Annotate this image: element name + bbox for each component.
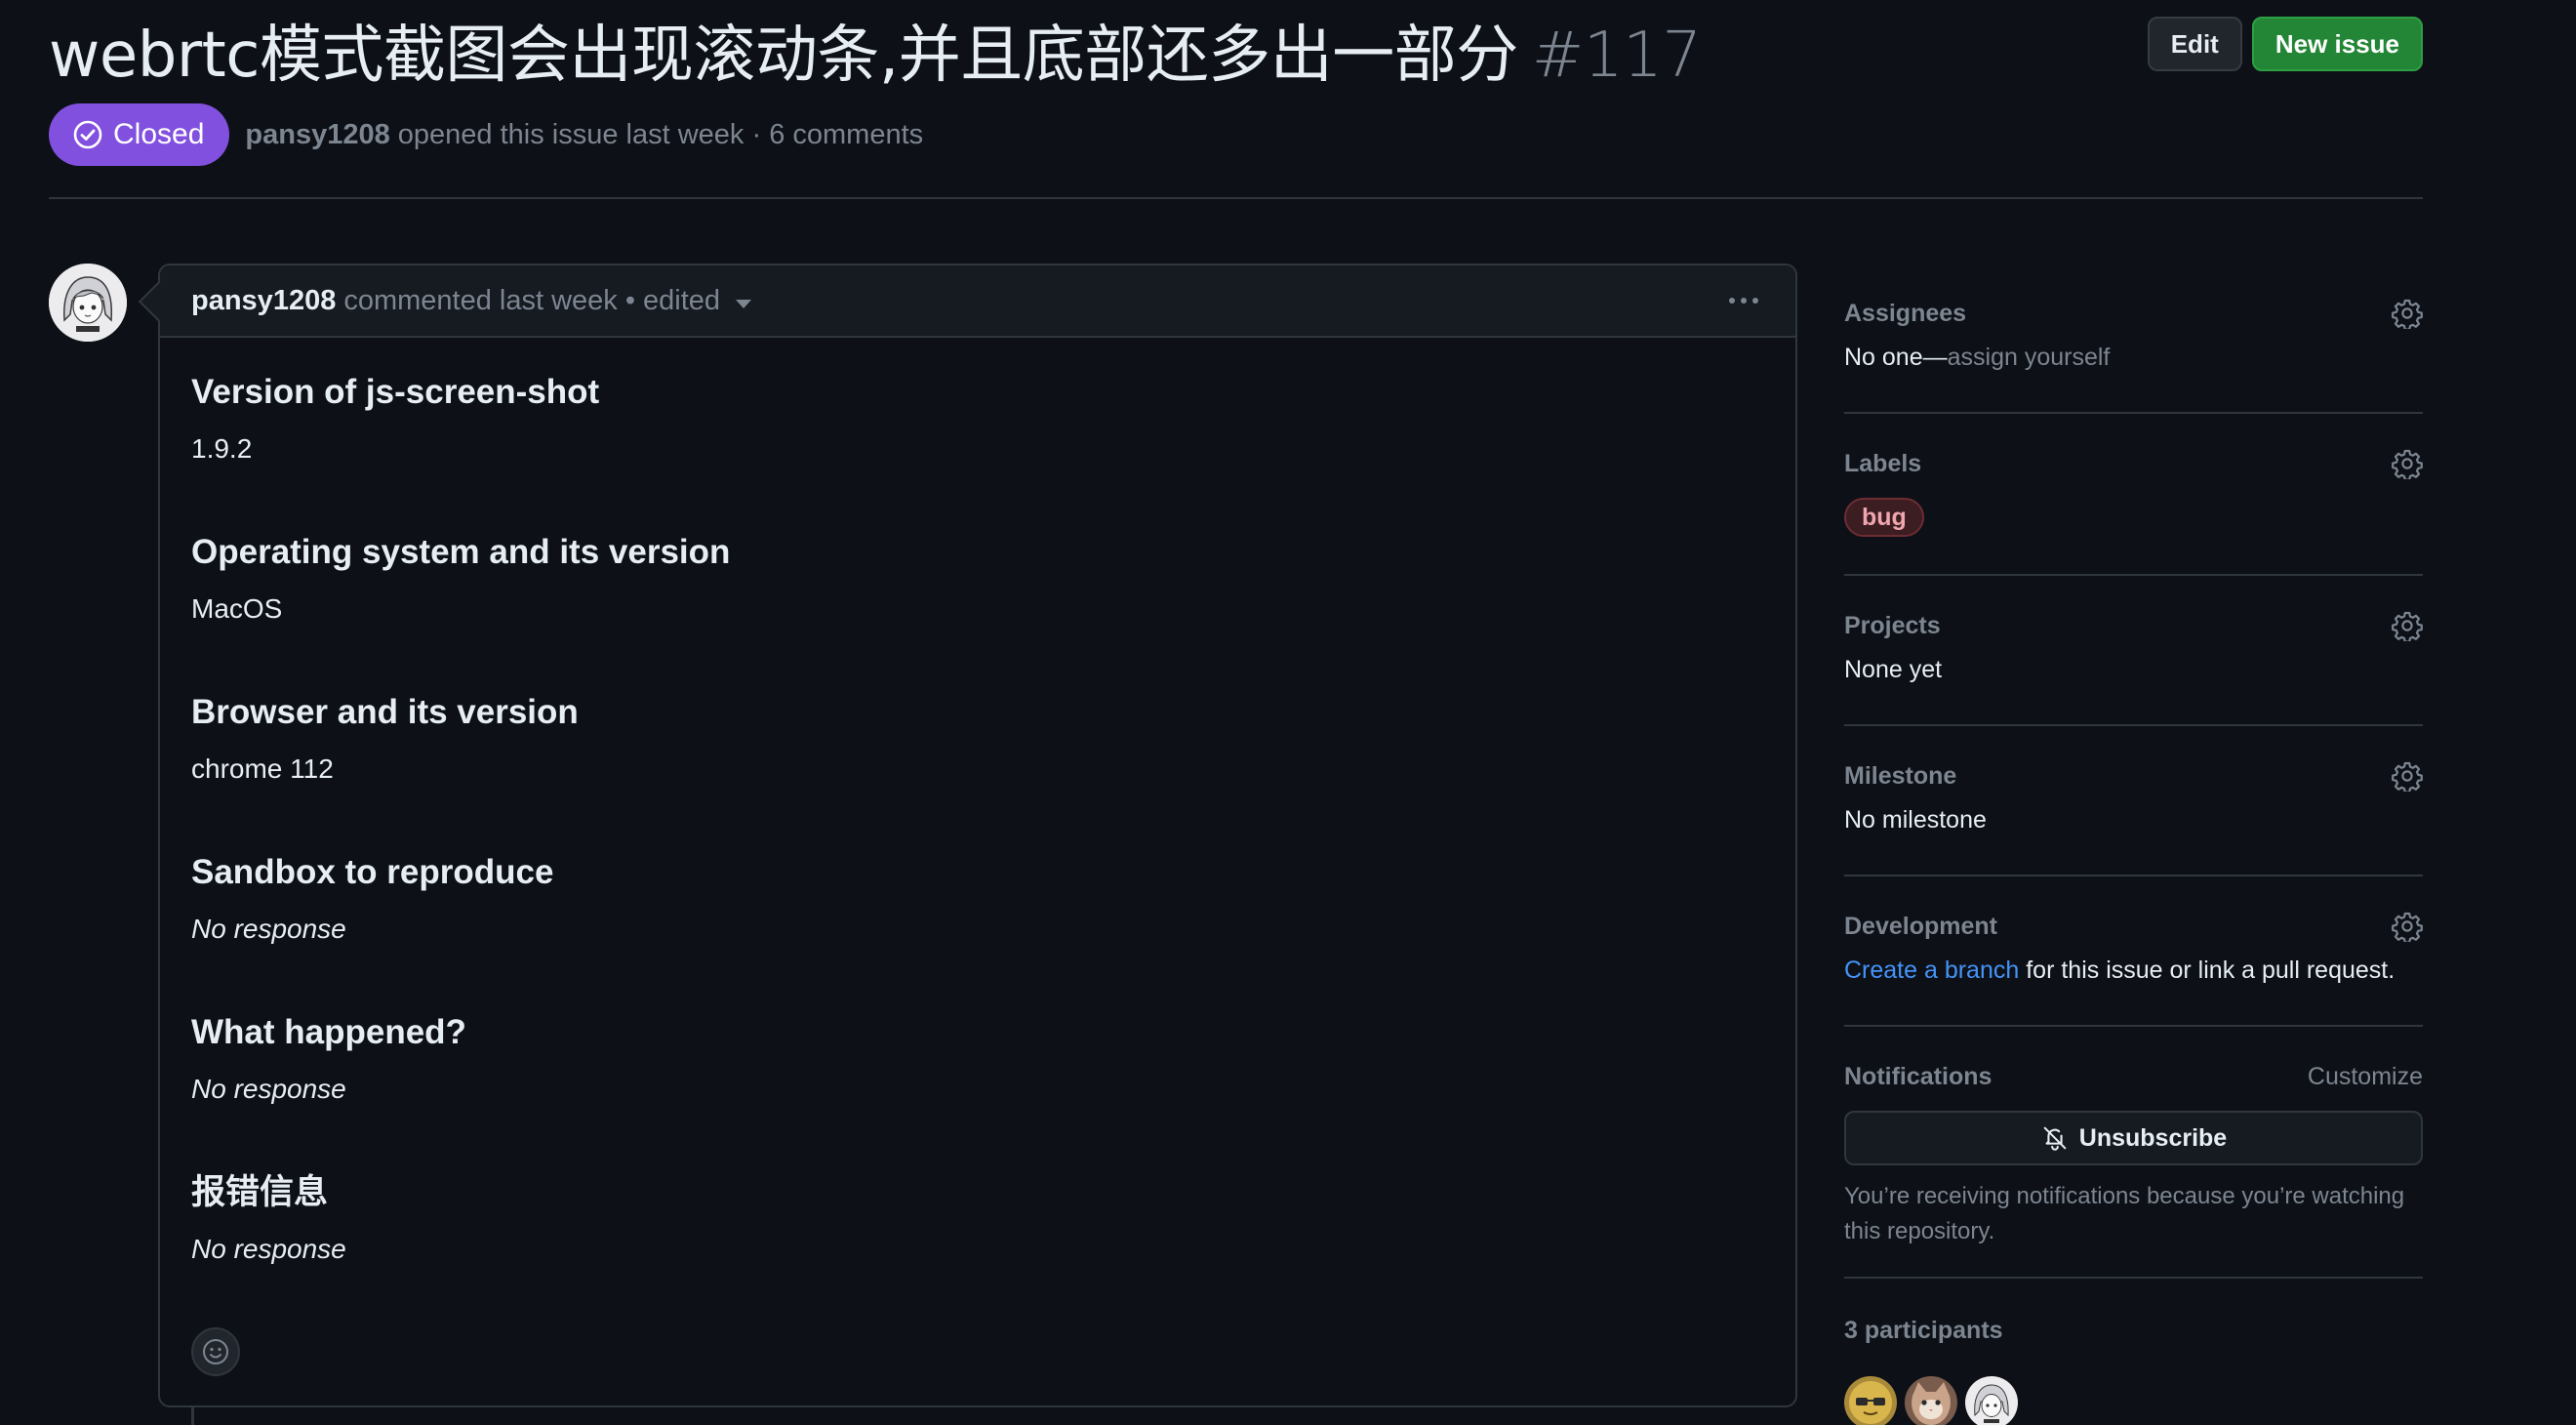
label-bug[interactable]: bug bbox=[1844, 498, 1924, 537]
issue-title: webrtc模式截图会出现滚动条,并且底部还多出一部分 #117 bbox=[49, 5, 1702, 95]
participants-list bbox=[1844, 1376, 2423, 1425]
assign-yourself-link[interactable]: assign yourself bbox=[1948, 344, 2111, 371]
assignees-value: No one—assign yourself bbox=[1844, 344, 2423, 372]
labels-header: Labels bbox=[1844, 443, 2423, 484]
labels-list: bug bbox=[1844, 498, 2423, 537]
development-rest: for this issue or link a pull request. bbox=[2019, 957, 2395, 984]
labels-title: Labels bbox=[1844, 449, 1922, 477]
gear-icon[interactable] bbox=[2392, 911, 2423, 942]
section-heading: Sandbox to reproduce bbox=[191, 853, 554, 891]
unsubscribe-label: Unsubscribe bbox=[2078, 1123, 2228, 1152]
comment-meta-text: commented last week • edited bbox=[343, 284, 721, 316]
issue-author-link[interactable]: pansy1208 bbox=[245, 119, 389, 150]
section-value: No response bbox=[191, 1234, 346, 1264]
projects-title: Projects bbox=[1844, 611, 1941, 639]
milestone-title: Milestone bbox=[1844, 761, 1957, 790]
participant-avatar[interactable] bbox=[1844, 1376, 1897, 1425]
chevron-down-icon[interactable] bbox=[736, 299, 752, 308]
comment-author-link[interactable]: pansy1208 bbox=[191, 285, 336, 317]
unsubscribe-wrap: Unsubscribe bbox=[1844, 1111, 2423, 1165]
section-value: No response bbox=[191, 1074, 346, 1104]
issue-number: #117 bbox=[1531, 20, 1702, 92]
create-branch-link[interactable]: Create a branch bbox=[1844, 957, 2019, 984]
issue-meta: Closed pansy1208 opened this issue last … bbox=[49, 103, 923, 166]
milestone-value: No milestone bbox=[1844, 806, 1987, 834]
section-value: MacOS bbox=[191, 593, 283, 624]
unsubscribe-button[interactable]: Unsubscribe bbox=[1844, 1111, 2423, 1165]
section-heading: Browser and its version bbox=[191, 693, 579, 731]
kebab-dot bbox=[1741, 298, 1747, 304]
assignees-header: Assignees bbox=[1844, 293, 2423, 334]
kebab-menu-icon[interactable] bbox=[1725, 288, 1762, 313]
notification-note: You’re receiving notifications because y… bbox=[1844, 1183, 2405, 1244]
add-reaction-button[interactable] bbox=[191, 1327, 240, 1376]
milestone-header: Milestone bbox=[1844, 755, 2423, 796]
participants-title: 3 participants bbox=[1844, 1316, 2003, 1344]
sidebar-development: Development Create a branch for this iss… bbox=[1844, 876, 2423, 1027]
gear-icon[interactable] bbox=[2392, 298, 2423, 329]
issue-page: webrtc模式截图会出现滚动条,并且底部还多出一部分 #117 Edit New… bbox=[0, 0, 2576, 1425]
edit-button[interactable]: Edit bbox=[2147, 17, 2242, 71]
issue-title-text: webrtc模式截图会出现滚动条,并且底部还多出一部分 bbox=[49, 20, 1518, 92]
comment-meta: pansy1208 commented last week • edited bbox=[191, 284, 752, 317]
status-badge: Closed bbox=[49, 103, 230, 166]
sidebar-projects: Projects None yet bbox=[1844, 576, 2423, 726]
section-value: chrome 112 bbox=[191, 753, 334, 784]
development-header: Development bbox=[1844, 906, 2423, 947]
new-issue-button[interactable]: New issue bbox=[2251, 17, 2423, 71]
participant-avatar-image bbox=[1844, 1376, 1897, 1425]
development-title: Development bbox=[1844, 912, 1997, 940]
projects-value: None yet bbox=[1844, 656, 1943, 683]
gear-icon[interactable] bbox=[2392, 610, 2423, 641]
section-value: No response bbox=[191, 914, 346, 944]
section-heading: What happened? bbox=[191, 1013, 466, 1051]
development-value: Create a branch for this issue or link a… bbox=[1844, 957, 2423, 985]
header-divider bbox=[49, 197, 2423, 199]
issue-header: webrtc模式截图会出现滚动条,并且底部还多出一部分 #117 Edit New… bbox=[49, 8, 2423, 92]
kebab-dot bbox=[1752, 298, 1758, 304]
comment-header: pansy1208 commented last week • edited bbox=[138, 265, 1795, 338]
comment-pointer bbox=[138, 280, 181, 323]
status-badge-label: Closed bbox=[113, 118, 205, 150]
header-actions: Edit New issue bbox=[2147, 17, 2423, 71]
bell-slash-icon bbox=[2043, 1126, 2067, 1151]
notifications-title: Notifications bbox=[1844, 1062, 1992, 1090]
section-heading: Operating system and its version bbox=[191, 533, 731, 571]
assignees-none: No one— bbox=[1844, 344, 1948, 371]
section-value: 1.9.2 bbox=[191, 433, 253, 464]
sidebar-milestone: Milestone No milestone bbox=[1844, 726, 2423, 876]
avatar[interactable] bbox=[49, 264, 127, 342]
issue-sidebar: Assignees No one—assign yourself Labels bbox=[1844, 264, 2423, 1425]
customize-link[interactable]: Customize bbox=[2308, 1063, 2423, 1091]
participant-avatar[interactable] bbox=[1905, 1376, 1957, 1425]
issue-opened-text: opened this issue last week · 6 comments bbox=[397, 118, 924, 150]
participant-avatar-image bbox=[1965, 1376, 2018, 1425]
participant-avatar-image bbox=[1905, 1376, 1957, 1425]
smiley-icon bbox=[203, 1339, 228, 1364]
participant-avatar[interactable] bbox=[1965, 1376, 2018, 1425]
user-avatar-image bbox=[49, 264, 127, 342]
participants-header: 3 participants bbox=[1844, 1310, 2423, 1351]
section-heading: 报错信息 bbox=[191, 1173, 329, 1211]
notifications-header: Notifications Customize bbox=[1844, 1056, 2423, 1097]
issue-comment: pansy1208 commented last week • edited V… bbox=[138, 264, 1797, 1407]
section-heading: Version of js-screen-shot bbox=[191, 373, 600, 411]
projects-header: Projects bbox=[1844, 605, 2423, 646]
sidebar-assignees: Assignees No one—assign yourself bbox=[1844, 264, 2423, 414]
sidebar-labels: Labels bug bbox=[1844, 414, 2423, 576]
assignees-title: Assignees bbox=[1844, 299, 1967, 327]
comment-body: Version of js-screen-shot 1.9.2 Operating … bbox=[160, 367, 1795, 1273]
check-circle-icon bbox=[73, 120, 102, 149]
kebab-dot bbox=[1729, 298, 1735, 304]
gear-icon[interactable] bbox=[2392, 760, 2423, 792]
issue-meta-text: pansy1208 opened this issue last week · … bbox=[245, 119, 923, 151]
gear-icon[interactable] bbox=[2392, 448, 2423, 479]
timeline-line bbox=[191, 1405, 194, 1425]
sidebar-participants: 3 participants bbox=[1844, 1279, 2423, 1425]
sidebar-notifications: Notifications Customize Unsubscribe You’… bbox=[1844, 1027, 2423, 1279]
